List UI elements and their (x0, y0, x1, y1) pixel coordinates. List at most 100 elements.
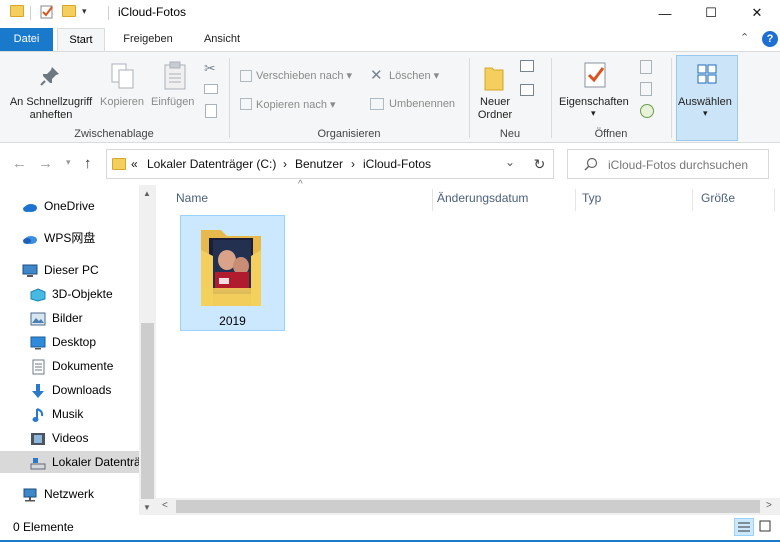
scroll-thumb[interactable] (176, 500, 760, 513)
breadcrumb-drive[interactable]: Lokaler Datenträger (C:) (147, 157, 276, 171)
drive-icon (30, 455, 46, 470)
help-icon[interactable]: ? (762, 31, 778, 47)
column-separator[interactable] (575, 189, 576, 211)
copy-path-icon[interactable] (204, 84, 218, 94)
nav-item-3d-objects[interactable]: 3D-Objekte (0, 283, 139, 305)
properties-large-icon (582, 60, 608, 93)
network-icon (22, 487, 38, 502)
scroll-down-icon[interactable]: ▼ (143, 503, 151, 512)
copy-button[interactable]: Kopieren (100, 96, 144, 108)
nav-item-onedrive[interactable]: OneDrive (0, 195, 139, 217)
paste-shortcut-icon[interactable] (205, 104, 217, 118)
column-separator[interactable] (692, 189, 693, 211)
scroll-left-icon[interactable]: < (162, 500, 168, 511)
group-separator (551, 58, 552, 138)
scroll-thumb[interactable] (141, 323, 154, 499)
forward-button[interactable]: → (38, 155, 53, 172)
refresh-button[interactable]: ↻ (526, 149, 554, 179)
folder-item[interactable]: 2019 (180, 215, 285, 331)
address-bar[interactable]: « Lokaler Datenträger (C:) › Benutzer › … (106, 149, 554, 179)
paste-icon (162, 61, 188, 94)
nav-item-wps[interactable]: WPS网盘 (0, 227, 139, 249)
maximize-button[interactable]: ☐ (688, 0, 734, 26)
tab-start[interactable]: Start (57, 28, 105, 52)
details-view-button[interactable] (734, 518, 754, 536)
nav-item-network[interactable]: Netzwerk (0, 483, 139, 505)
column-separator[interactable] (774, 189, 775, 211)
column-separator[interactable] (432, 189, 433, 211)
nav-label: OneDrive (44, 199, 95, 213)
separator (108, 6, 109, 20)
group-organize-label: Organisieren (317, 128, 381, 140)
nav-item-downloads[interactable]: Downloads (0, 379, 139, 401)
nav-label: Videos (52, 431, 89, 445)
ribbon-tabs: Datei Start Freigeben Ansicht ⌃ ? (0, 28, 780, 52)
copy-icon (110, 62, 136, 93)
history-icon[interactable] (640, 104, 654, 118)
move-to-button[interactable]: Verschieben nach ▾ (256, 69, 352, 82)
group-new-label: Neu (499, 128, 521, 140)
nav-item-documents[interactable]: Dokumente (0, 355, 139, 377)
large-icons-view-icon (759, 520, 771, 532)
easy-access-icon[interactable] (520, 84, 534, 96)
scroll-right-icon[interactable]: > (766, 500, 772, 511)
group-separator (671, 58, 672, 138)
breadcrumb-current[interactable]: iCloud-Fotos (363, 157, 431, 171)
column-header-name[interactable]: Name (176, 191, 208, 205)
properties-button[interactable]: Eigenschaften (559, 96, 629, 108)
pictures-icon (30, 311, 46, 326)
back-button[interactable]: ← (12, 155, 27, 172)
select-grid-icon (697, 64, 717, 87)
chevron-up-icon[interactable]: ⌃ (740, 31, 749, 44)
pin-label-line2: anheften (29, 109, 73, 121)
close-button[interactable]: ✕ (734, 0, 780, 26)
content-horizontal-scrollbar[interactable]: < > (156, 498, 780, 515)
delete-button[interactable]: Löschen ▾ (389, 69, 439, 82)
properties-icon[interactable] (40, 4, 54, 19)
edit-icon[interactable] (640, 82, 652, 96)
nav-pane-scrollbar[interactable]: ▲ ▼ (139, 185, 156, 515)
nav-item-desktop[interactable]: Desktop (0, 331, 139, 353)
nav-label: Bilder (52, 311, 83, 325)
sort-indicator-icon: ^ (298, 179, 303, 190)
tab-file[interactable]: Datei (0, 28, 53, 51)
nav-item-this-pc[interactable]: Dieser PC (0, 259, 139, 281)
address-dropdown-icon[interactable]: ⌄ (505, 155, 515, 169)
column-header-size[interactable]: Größe (701, 191, 735, 205)
rename-button[interactable]: Umbenennen (389, 98, 455, 110)
new-folder-large-icon (483, 64, 505, 95)
customize-toolbar-icon[interactable]: ▾ (82, 6, 87, 17)
breadcrumb-overflow[interactable]: « (131, 157, 138, 171)
pin-icon (38, 64, 62, 91)
recent-locations-icon[interactable]: ▾ (66, 157, 71, 168)
new-folder-button[interactable]: Neuer Ordner (472, 96, 518, 122)
tab-share[interactable]: Freigeben (112, 28, 184, 51)
search-box[interactable]: iCloud-Fotos durchsuchen (567, 149, 769, 179)
move-to-label: Verschieben nach (256, 70, 344, 82)
minimize-button[interactable]: — (642, 0, 688, 26)
nav-item-music[interactable]: Musik (0, 403, 139, 425)
large-icons-view-button[interactable] (756, 518, 776, 536)
column-header-date[interactable]: Änderungsdatum (437, 191, 528, 205)
properties-dropdown-icon[interactable]: ▾ (591, 108, 596, 119)
copy-to-button[interactable]: Kopieren nach ▾ (256, 98, 336, 111)
select-dropdown-icon: ▾ (703, 108, 708, 118)
column-header-type[interactable]: Typ (582, 191, 601, 205)
select-button[interactable]: Auswählen ▾ (676, 55, 738, 141)
open-icon[interactable] (640, 60, 652, 74)
new-item-icon[interactable] (520, 60, 534, 72)
nav-item-videos[interactable]: Videos (0, 427, 139, 449)
tab-view[interactable]: Ansicht (190, 28, 254, 51)
up-button[interactable]: ↑ (84, 155, 92, 172)
nav-label: Downloads (52, 383, 112, 397)
scroll-up-icon[interactable]: ▲ (143, 189, 151, 198)
delete-icon: ✕ (370, 67, 383, 84)
nav-item-pictures[interactable]: Bilder (0, 307, 139, 329)
cut-icon[interactable]: ✂ (204, 60, 216, 77)
new-folder-icon[interactable] (62, 5, 76, 17)
pin-to-quick-access-button[interactable]: An Schnellzugriff anheften (4, 96, 98, 122)
paste-button[interactable]: Einfügen (151, 96, 194, 108)
breadcrumb-users[interactable]: Benutzer (295, 157, 343, 171)
group-open-label: Öffnen (594, 128, 628, 140)
nav-item-local-disk[interactable]: Lokaler Datenträ (0, 451, 141, 473)
